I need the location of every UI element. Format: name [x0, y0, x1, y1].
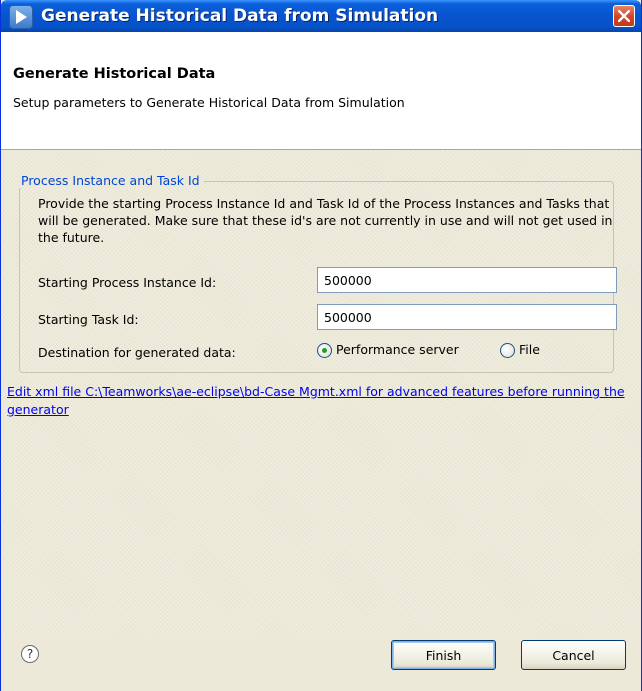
- close-button[interactable]: [613, 5, 635, 27]
- page-title: Generate Historical Data: [13, 66, 216, 82]
- finish-button[interactable]: Finish: [391, 640, 496, 670]
- radio-selected-dot: [322, 348, 327, 353]
- edit-xml-link[interactable]: Edit xml file C:\Teamworks\ae-eclipse\bd…: [7, 383, 627, 419]
- title-bar[interactable]: Generate Historical Data from Simulation: [1, 0, 641, 32]
- group-description: Provide the starting Process Instance Id…: [38, 196, 613, 245]
- radio-performance-server-label[interactable]: Performance server: [336, 342, 459, 357]
- group-legend: Process Instance and Task Id: [17, 173, 204, 188]
- task-id-label: Starting Task Id:: [38, 312, 139, 327]
- dialog-header: Generate Historical Data Setup parameter…: [1, 32, 641, 150]
- process-instance-label: Starting Process Instance Id:: [38, 275, 217, 290]
- dialog-content: Process Instance and Task Id Provide the…: [1, 150, 641, 635]
- radio-file-label[interactable]: File: [519, 342, 540, 357]
- cancel-button[interactable]: Cancel: [521, 640, 626, 670]
- close-icon: [618, 10, 630, 22]
- help-icon[interactable]: ?: [21, 645, 39, 663]
- play-icon: [9, 5, 33, 29]
- task-id-input[interactable]: [317, 304, 617, 330]
- window-title: Generate Historical Data from Simulation: [41, 6, 439, 26]
- radio-performance-server[interactable]: [317, 343, 332, 358]
- radio-file[interactable]: [500, 343, 515, 358]
- dialog-footer: ? Finish Cancel: [1, 635, 641, 691]
- destination-label: Destination for generated data:: [38, 345, 236, 360]
- dialog-window: Generate Historical Data from Simulation…: [0, 0, 642, 691]
- process-instance-input[interactable]: [317, 267, 617, 293]
- page-description: Setup parameters to Generate Historical …: [13, 95, 405, 110]
